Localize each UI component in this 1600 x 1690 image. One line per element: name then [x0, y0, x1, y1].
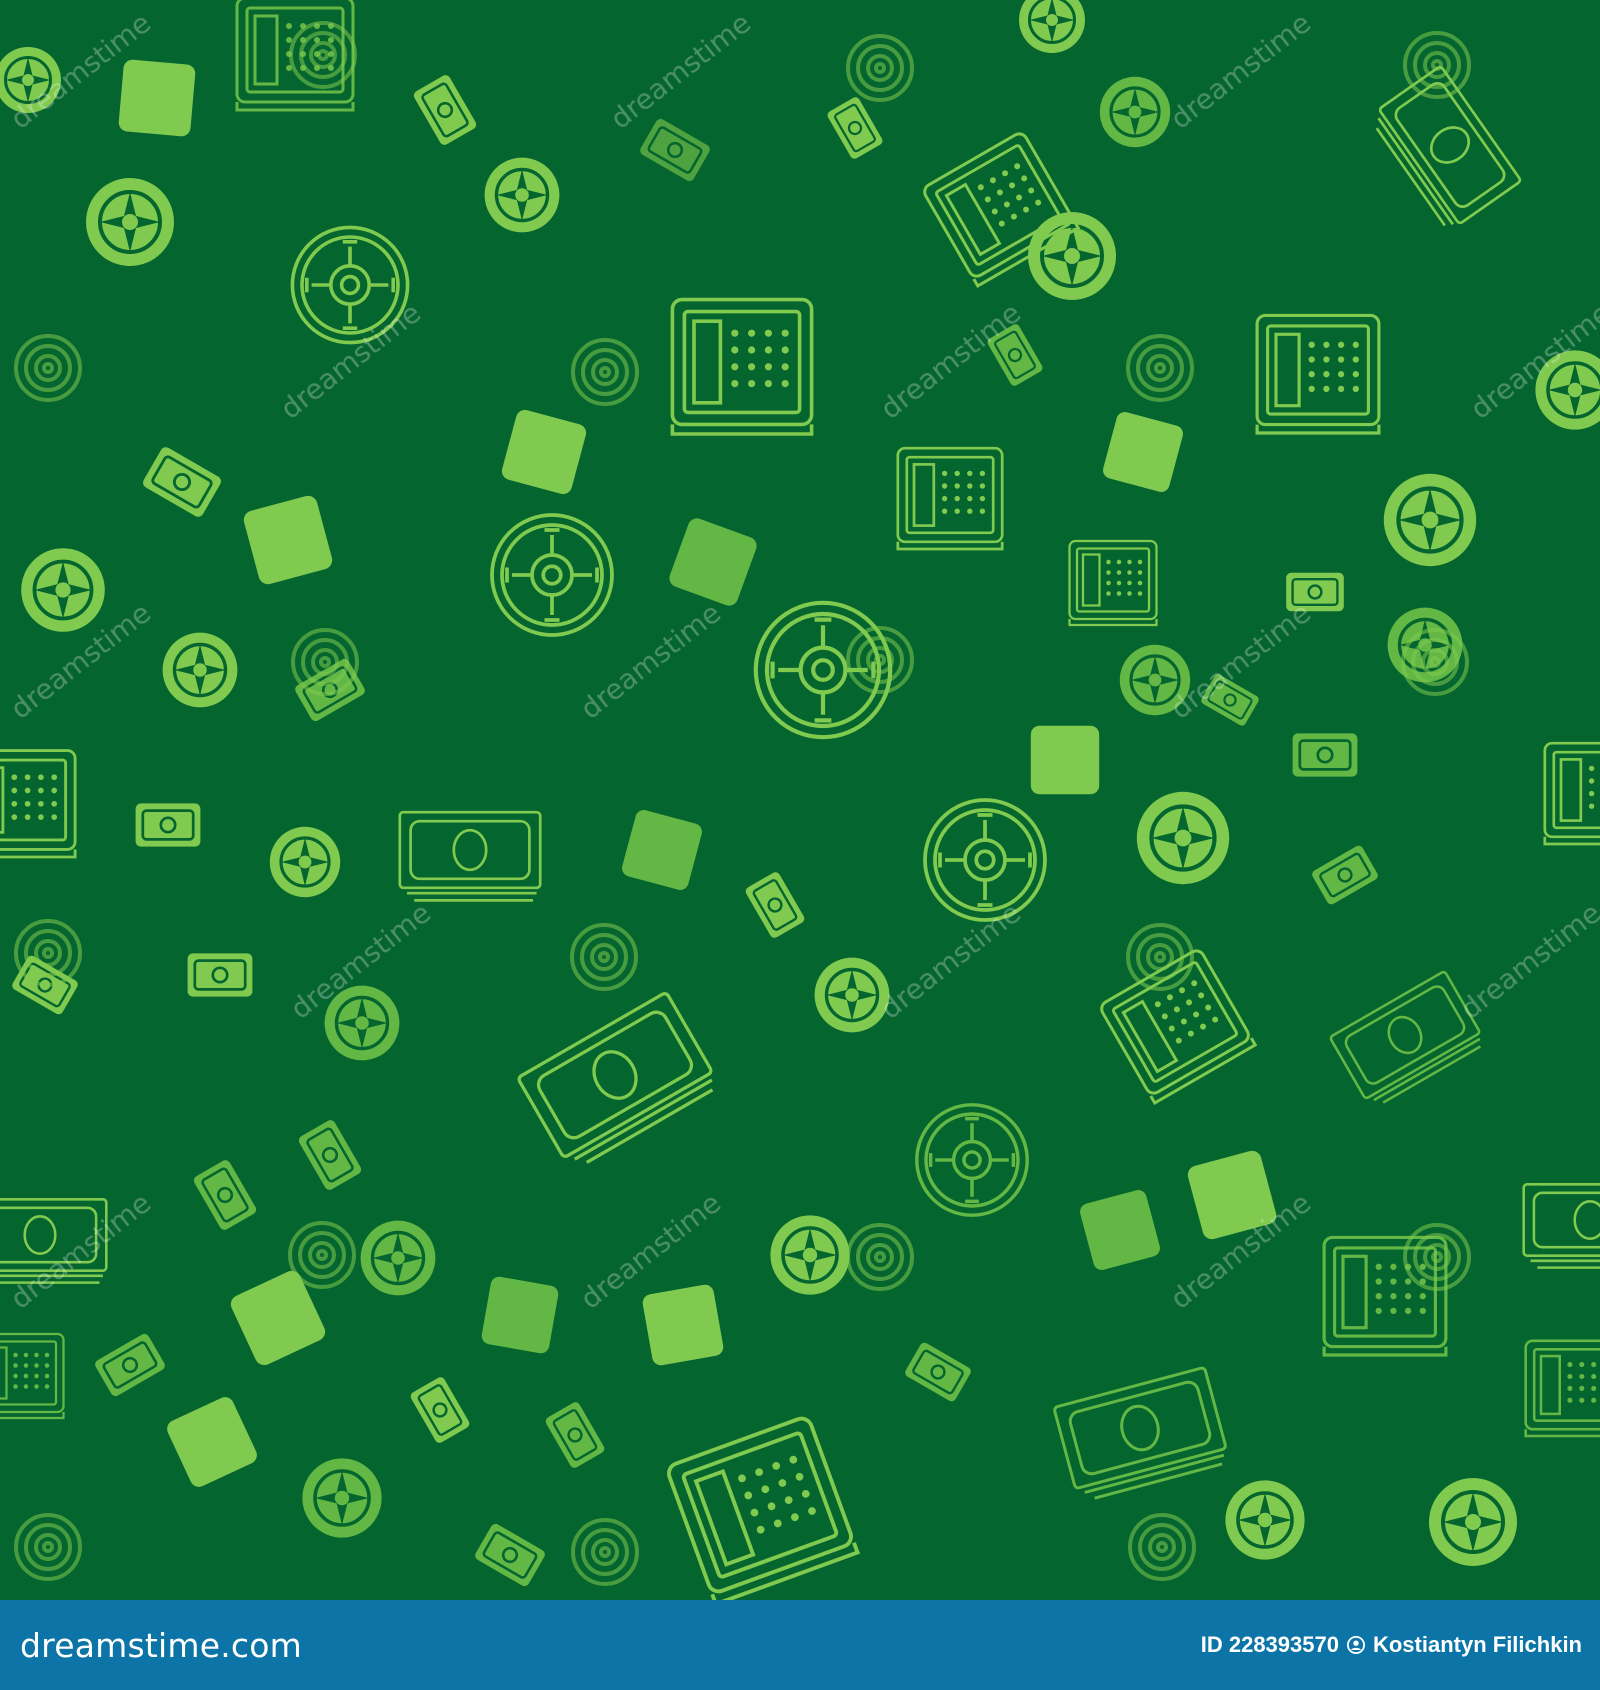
vault-wheel-icon — [358, 1218, 438, 1298]
vault-wheel-icon — [1098, 75, 1172, 149]
seamless-pattern: dreamstime dreamstime dreamstime dreamst… — [0, 0, 1600, 1600]
stock-footer-bar: dreamstime.com ID 228393570 Kostiantyn F… — [0, 1600, 1600, 1690]
footer-credit: ID 228393570 Kostiantyn Filichkin — [1201, 1632, 1582, 1658]
vault-wheel-icon — [1137, 792, 1229, 884]
vault-wheel-icon — [768, 1213, 852, 1297]
vault-wheel-icon — [160, 630, 240, 710]
vault-wheel-icon — [1427, 1476, 1519, 1568]
vault-wheel-icon — [19, 546, 107, 634]
money-bill-icon — [134, 802, 202, 848]
vault-wheel-icon — [1223, 1478, 1307, 1562]
safe-tile-icon — [117, 58, 197, 138]
vault-wheel-icon — [300, 1456, 384, 1540]
vault-wheel-icon — [1384, 474, 1476, 566]
user-icon — [1346, 1636, 1365, 1654]
footer-brand[interactable]: dreamstime.com — [20, 1626, 302, 1665]
money-bill-icon — [186, 952, 254, 998]
vault-wheel-icon — [268, 825, 342, 899]
vault-wheel-icon — [84, 176, 176, 268]
author-name: Kostiantyn Filichkin — [1372, 1632, 1582, 1657]
vault-wheel-icon — [1026, 210, 1118, 302]
safe-tile-icon — [480, 1275, 560, 1355]
money-bill-icon — [1291, 732, 1359, 778]
image-id: ID 228393570 — [1200, 1632, 1339, 1657]
vault-wheel-icon — [482, 155, 562, 235]
safe-tile-icon — [1030, 725, 1100, 795]
safe-tile-icon — [641, 1283, 725, 1367]
